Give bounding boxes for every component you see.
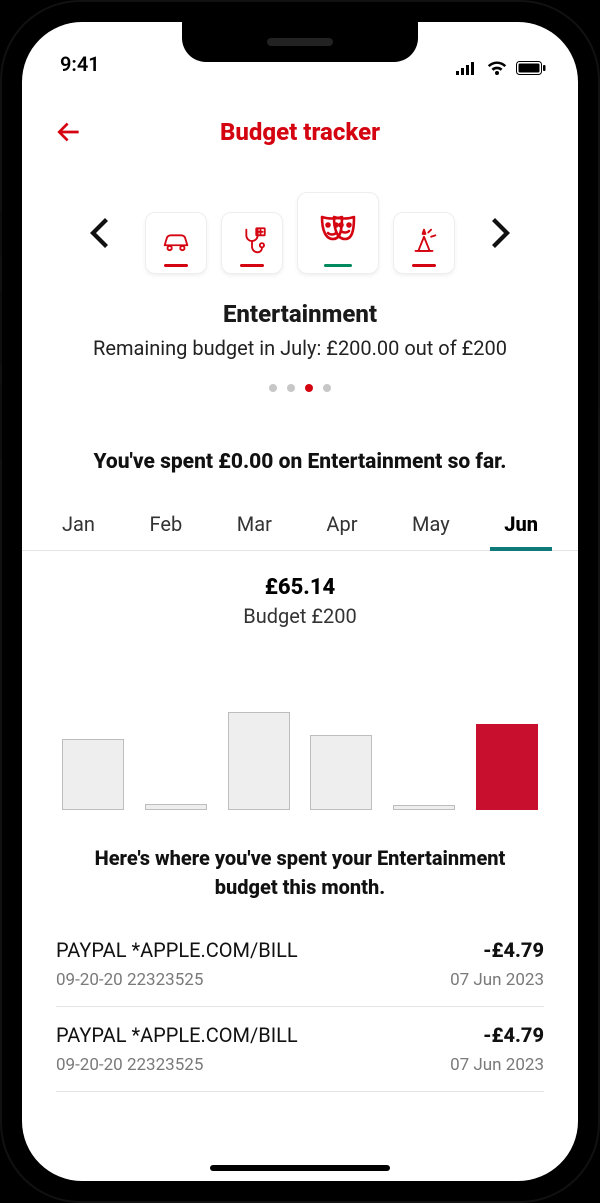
category-entertainment[interactable]	[297, 192, 379, 274]
tx-merchant: PAYPAL *APPLE.COM/BILL	[56, 938, 298, 962]
carousel-dot[interactable]	[287, 384, 295, 392]
category-carousel	[22, 164, 578, 280]
carousel-next[interactable]	[479, 211, 523, 255]
chart-bar	[310, 735, 372, 810]
entertainment-icon	[314, 207, 362, 259]
month-tab-may[interactable]: May	[406, 504, 456, 550]
category-transport[interactable]	[145, 212, 207, 274]
bar-chart	[62, 650, 538, 810]
category-health[interactable]	[221, 212, 283, 274]
tx-meta-left: 09-20-20 22323525	[56, 1055, 203, 1075]
status-icons	[456, 60, 546, 76]
month-tabs: Jan Feb Mar Apr May Jun	[22, 474, 578, 551]
month-tab-jan[interactable]: Jan	[56, 504, 101, 550]
chart-amount: £65.14	[62, 575, 538, 600]
wifi-icon	[486, 60, 508, 76]
chart-subtitle: Budget £200	[62, 604, 538, 628]
chart-bar	[476, 724, 538, 810]
cellular-icon	[456, 61, 478, 75]
tx-meta-left: 09-20-20 22323525	[56, 970, 203, 990]
carousel-dot[interactable]	[305, 384, 313, 392]
chevron-right-icon	[491, 218, 511, 248]
back-arrow-icon	[52, 116, 84, 148]
celebration-icon	[407, 224, 441, 262]
month-tab-feb[interactable]: Feb	[144, 504, 189, 550]
transaction-list: PAYPAL *APPLE.COM/BILL -£4.79 09-20-20 223…	[22, 902, 578, 1092]
health-icon	[235, 224, 269, 262]
transaction-row[interactable]: PAYPAL *APPLE.COM/BILL -£4.79 09-20-20 223…	[56, 922, 544, 1007]
month-tab-apr[interactable]: Apr	[320, 504, 363, 550]
category-subtitle: Remaining budget in July: £200.00 out of…	[22, 336, 578, 360]
transaction-row[interactable]: PAYPAL *APPLE.COM/BILL -£4.79 09-20-20 223…	[56, 1007, 544, 1092]
carousel-dot[interactable]	[323, 384, 331, 392]
back-button[interactable]	[46, 110, 90, 154]
page-title: Budget tracker	[90, 118, 554, 146]
category-title: Entertainment	[22, 300, 578, 328]
tx-date: 07 Jun 2023	[450, 970, 544, 990]
tx-amount: -£4.79	[483, 938, 544, 962]
transport-icon	[159, 224, 193, 262]
chart-bar	[228, 712, 290, 810]
month-tab-jun[interactable]: Jun	[498, 504, 544, 550]
carousel-prev[interactable]	[77, 211, 121, 255]
battery-icon	[516, 61, 546, 75]
chart-bar	[393, 805, 455, 810]
tx-amount: -£4.79	[483, 1023, 544, 1047]
chevron-left-icon	[89, 218, 109, 248]
chart-bar	[145, 804, 207, 810]
spend-summary: You've spent £0.00 on Entertainment so f…	[22, 450, 578, 474]
tx-merchant: PAYPAL *APPLE.COM/BILL	[56, 1023, 298, 1047]
home-indicator	[210, 1165, 390, 1171]
category-celebration[interactable]	[393, 212, 455, 274]
tx-date: 07 Jun 2023	[450, 1055, 544, 1075]
carousel-dots	[22, 384, 578, 392]
status-time: 9:41	[54, 52, 100, 76]
month-tab-mar[interactable]: Mar	[231, 504, 278, 550]
chart-bar	[62, 739, 124, 810]
transactions-heading: Here's where you've spent your Entertain…	[22, 844, 578, 902]
carousel-dot[interactable]	[269, 384, 277, 392]
